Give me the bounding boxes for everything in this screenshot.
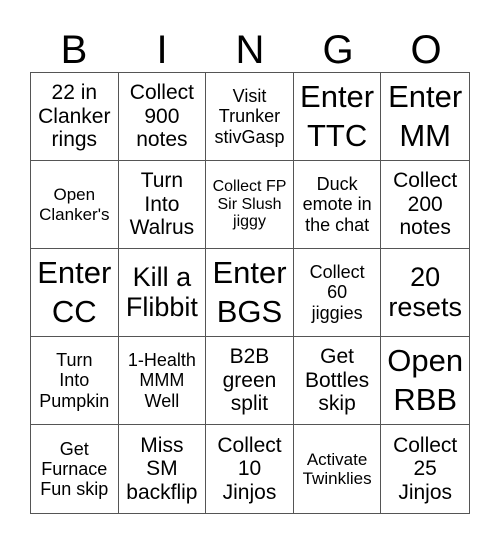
bingo-cell[interactable]: Miss SM backflip	[119, 425, 207, 513]
bingo-cell[interactable]: Enter TTC	[293, 73, 382, 161]
header-letter-n: N	[235, 28, 265, 72]
header-letter-o: O	[410, 28, 442, 72]
bingo-cell[interactable]: Turn Into Pumpkin	[31, 337, 119, 425]
bingo-cell[interactable]: Activate Twinklies	[294, 425, 382, 513]
header-letter-g: G	[322, 28, 354, 72]
bingo-header: B I N G O	[30, 28, 470, 72]
bingo-cell[interactable]: Collect 200 notes	[381, 161, 469, 249]
bingo-cell[interactable]: Enter CC	[31, 249, 119, 337]
bingo-cell[interactable]: Collect 25 Jinjos	[381, 425, 469, 513]
bingo-cell[interactable]: Get Bottles skip	[293, 337, 382, 425]
bingo-cell[interactable]: Collect FP Sir Slush jiggy	[206, 161, 294, 249]
bingo-cell[interactable]: Collect 60 jiggies	[293, 249, 382, 337]
bingo-cell[interactable]: B2B green split	[206, 337, 294, 425]
header-letter-b: B	[60, 28, 88, 72]
header-letter-i: I	[156, 28, 168, 72]
bingo-cell[interactable]: Duck emote in the chat	[293, 161, 382, 249]
bingo-cell[interactable]: Kill a Flibbit	[118, 249, 207, 337]
bingo-cell[interactable]: Collect 900 notes	[118, 73, 207, 161]
bingo-cell[interactable]: 20 resets	[381, 249, 469, 337]
bingo-cell[interactable]: Open RBB	[381, 337, 469, 425]
bingo-grid: 22 in Clanker rings Collect 900 notes Visi…	[30, 72, 470, 514]
bingo-cell[interactable]: Open Clanker's	[31, 161, 119, 249]
bingo-cell[interactable]: 22 in Clanker rings	[31, 73, 119, 161]
bingo-cell[interactable]: Enter MM	[381, 73, 469, 161]
bingo-cell[interactable]: Visit Trunker stivGasp	[206, 73, 294, 161]
bingo-cell[interactable]: Enter BGS	[206, 249, 294, 337]
bingo-cell[interactable]: 1-Health MMM Well	[118, 337, 207, 425]
bingo-cell[interactable]: Turn Into Walrus	[118, 161, 207, 249]
bingo-cell[interactable]: Get Furnace Fun skip	[31, 425, 119, 513]
bingo-cell[interactable]: Collect 10 Jinjos	[206, 425, 294, 513]
